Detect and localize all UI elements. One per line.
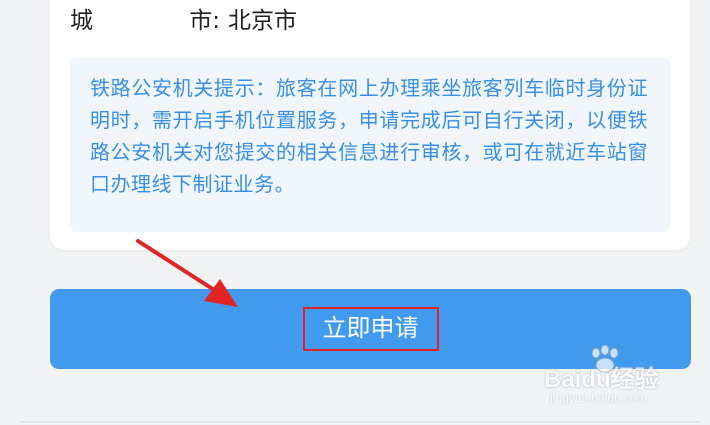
- city-value: 北京市: [228, 8, 297, 34]
- city-label: 城 市:: [70, 1, 220, 35]
- baidu-watermark: Baidu经验 jingyan.baidu.com: [540, 345, 700, 415]
- city-label-right: 市:: [189, 8, 220, 34]
- notice-box: 铁路公安机关提示：旅客在网上办理乘坐旅客列车临时身份证明时，需开启手机位置服务，…: [70, 58, 670, 232]
- info-card: 城 市: 北京市 铁路公安机关提示：旅客在网上办理乘坐旅客列车临时身份证明时，需…: [50, 0, 690, 250]
- watermark-url: jingyan.baidu.com: [550, 391, 647, 405]
- notice-text: 铁路公安机关提示：旅客在网上办理乘坐旅客列车临时身份证明时，需开启手机位置服务，…: [90, 76, 648, 196]
- annotation-arrow-icon: [136, 239, 238, 307]
- city-label-left: 城: [70, 8, 93, 34]
- apply-button-label: 立即申请: [302, 307, 439, 351]
- watermark-brand: Baidu经验: [544, 366, 659, 393]
- bottom-divider: [20, 421, 700, 423]
- city-row: 城 市: 北京市: [70, 0, 297, 36]
